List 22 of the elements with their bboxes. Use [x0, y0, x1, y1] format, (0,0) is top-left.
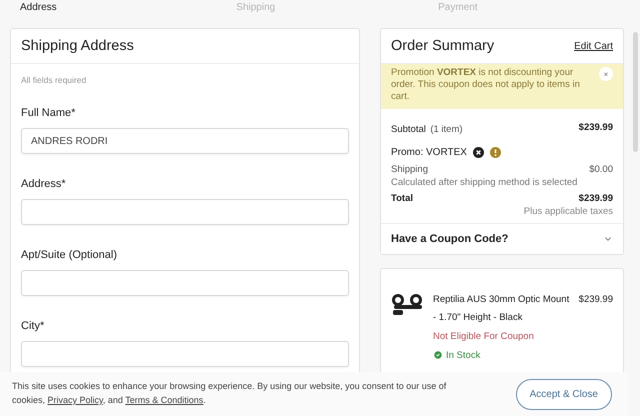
- subtotal-label: Subtotal: [391, 124, 426, 135]
- cookie-message: This site uses cookies to enhance your browsing experience. By using our website, you consent to our use of cookies, Privacy Policy, and Terms & Conditions.: [12, 380, 448, 407]
- coupon-eligibility: Not Eligible For Coupon: [433, 330, 535, 342]
- total-amount: $239.99: [578, 192, 613, 204]
- alert-message: Promotion VORTEX is not discounting your order. This coupon does not apply to items in cart.: [391, 67, 581, 103]
- shipping-note: Calculated after shipping method is selected: [391, 176, 578, 188]
- item-count: (1 item): [430, 124, 463, 135]
- stock-status: In Stock: [446, 350, 480, 361]
- total-label: Total: [391, 192, 413, 204]
- promo-label: Promo: VORTEX: [391, 146, 467, 158]
- shipping-amount: $0.00: [589, 164, 613, 175]
- field-label: Address*: [21, 178, 67, 190]
- required-note: All fields required: [20, 74, 88, 87]
- shipping-label: Shipping: [391, 164, 428, 175]
- product-price: $239.99: [578, 292, 613, 307]
- field-label: City*: [21, 320, 46, 332]
- field-label: Full Name*: [21, 107, 76, 119]
- tax-note: Plus applicable taxes: [524, 206, 613, 217]
- card-title: Shipping Address: [21, 38, 134, 54]
- card-title: Order Summary: [391, 38, 494, 54]
- field-label: Apt/Suite (Optional): [21, 249, 118, 261]
- subtotal-amount: $239.99: [578, 122, 613, 134]
